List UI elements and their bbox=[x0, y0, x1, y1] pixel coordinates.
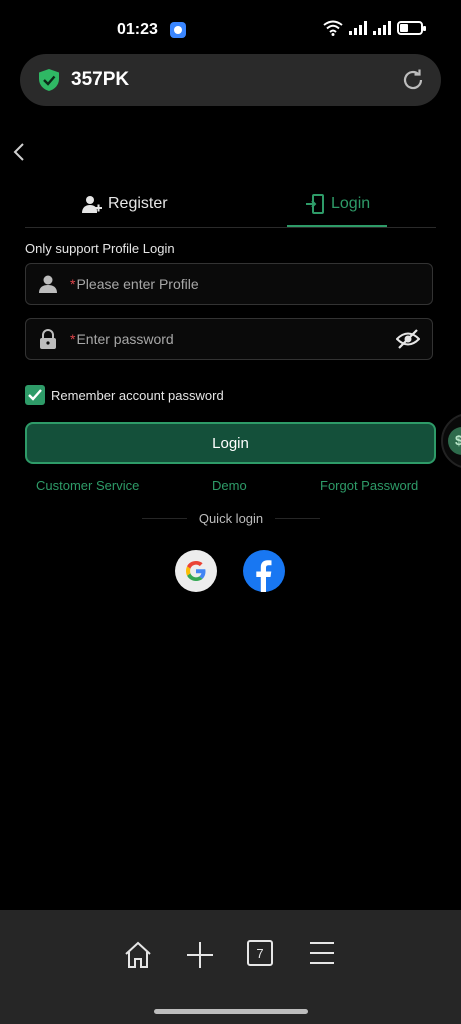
status-icons bbox=[323, 20, 426, 36]
tabs-icon[interactable]: 7 bbox=[247, 940, 273, 966]
password-field[interactable]: * bbox=[25, 318, 433, 360]
lock-icon bbox=[40, 329, 56, 349]
home-indicator bbox=[154, 1009, 308, 1014]
login-door-icon bbox=[306, 194, 324, 214]
checkmark-icon bbox=[28, 389, 42, 401]
tab-register-label: Register bbox=[108, 195, 168, 212]
eye-off-icon[interactable] bbox=[396, 329, 420, 349]
user-icon bbox=[39, 275, 57, 293]
browser-bottom-bar: 7 bbox=[0, 910, 461, 1024]
tab-login-label: Login bbox=[331, 195, 371, 212]
battery-icon bbox=[397, 21, 426, 35]
user-add-icon bbox=[82, 196, 102, 213]
floating-side-button[interactable] bbox=[441, 413, 461, 469]
url-bar[interactable]: 357PK bbox=[20, 54, 441, 106]
plus-icon[interactable] bbox=[185, 940, 215, 970]
facebook-icon bbox=[256, 560, 272, 592]
profile-field[interactable]: * bbox=[25, 263, 433, 305]
support-text: Only support Profile Login bbox=[25, 241, 175, 256]
tab-login[interactable]: Login bbox=[305, 180, 370, 228]
quick-login-divider: Quick login bbox=[142, 510, 320, 526]
status-time: 01:23 bbox=[117, 21, 158, 38]
signal-icon bbox=[349, 21, 367, 35]
app-notification-icon bbox=[170, 22, 186, 38]
back-arrow-icon[interactable] bbox=[12, 142, 28, 162]
auth-tabs: Register Login bbox=[25, 180, 436, 228]
profile-input[interactable] bbox=[76, 276, 377, 292]
google-icon bbox=[186, 561, 206, 581]
required-mark: * bbox=[70, 276, 76, 292]
shield-check-icon bbox=[39, 69, 59, 91]
demo-link[interactable]: Demo bbox=[212, 478, 247, 493]
quick-login-label: Quick login bbox=[198, 510, 264, 526]
signal-icon bbox=[373, 21, 391, 35]
forgot-password-link[interactable]: Forgot Password bbox=[320, 478, 418, 493]
login-button[interactable]: Login bbox=[25, 422, 436, 464]
tab-count: 7 bbox=[247, 940, 273, 966]
tabs-divider bbox=[25, 227, 436, 228]
status-bar: 01:23 bbox=[0, 0, 461, 56]
facebook-login-button[interactable] bbox=[243, 550, 285, 592]
password-input[interactable] bbox=[76, 331, 377, 347]
remember-password[interactable]: Remember account password bbox=[25, 385, 224, 405]
url-text[interactable]: 357PK bbox=[71, 69, 129, 91]
menu-icon[interactable] bbox=[309, 940, 335, 966]
reload-icon[interactable] bbox=[401, 68, 425, 92]
customer-service-link[interactable]: Customer Service bbox=[36, 478, 139, 493]
remember-label: Remember account password bbox=[51, 387, 224, 403]
wifi-icon bbox=[323, 20, 343, 36]
home-icon[interactable] bbox=[123, 940, 153, 970]
google-login-button[interactable] bbox=[175, 550, 217, 592]
remember-checkbox[interactable] bbox=[25, 385, 45, 405]
coin-icon bbox=[448, 427, 461, 455]
required-mark: * bbox=[70, 331, 76, 347]
tab-register[interactable]: Register bbox=[82, 180, 168, 228]
